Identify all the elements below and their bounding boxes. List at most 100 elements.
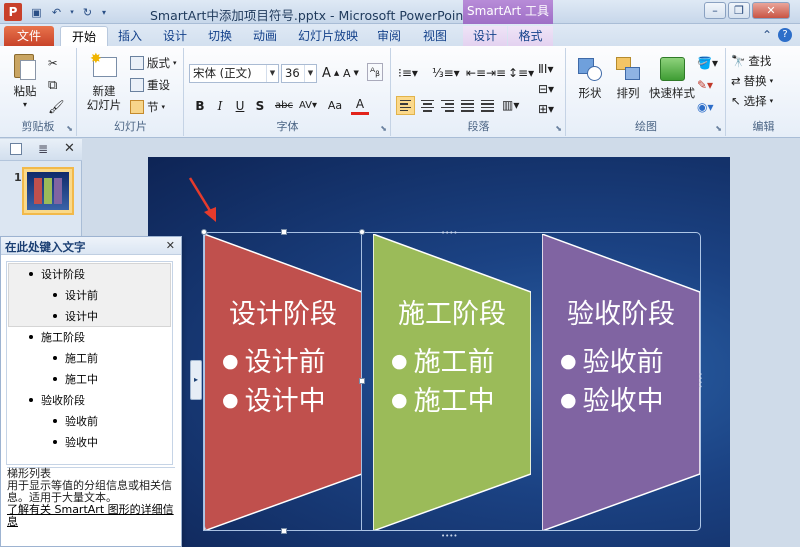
repeat-icon[interactable]: ↻ (79, 4, 96, 21)
list-item[interactable]: 验收中 (53, 434, 98, 450)
dialog-launcher-icon[interactable]: ⬊ (555, 124, 562, 133)
shape-effects-icon[interactable]: ◉▾ (697, 98, 714, 116)
new-slide-button[interactable]: ✸ 新建 幻灯片 (82, 52, 126, 112)
resize-handle[interactable] (201, 229, 207, 235)
tab-home[interactable]: 开始 (60, 26, 108, 46)
frame-grip-icon[interactable]: •••• (696, 372, 704, 389)
clear-format-icon[interactable]: ᴬᵦ (367, 63, 383, 81)
copy-icon[interactable]: ⧉ (48, 76, 57, 94)
tab-smartart-format[interactable]: 格式 (508, 26, 553, 46)
strikethrough-button[interactable]: abc (273, 97, 295, 115)
chevron-down-icon[interactable]: ▼ (266, 65, 278, 82)
list-item[interactable]: 验收前 (53, 413, 98, 429)
italic-button[interactable]: I (211, 97, 229, 115)
line-spacing-icon[interactable]: ↕≡▾ (508, 64, 534, 82)
paste-button[interactable]: 粘贴 ▾ (8, 52, 42, 112)
close-icon[interactable]: ✕ (64, 141, 75, 156)
outline-tab-icon[interactable]: ≣ (38, 142, 48, 156)
group-clipboard: 粘贴 ▾ ✂ ⧉ 🖌 剪贴板 ⬊ (0, 48, 77, 136)
list-item[interactable]: 施工中 (53, 371, 98, 387)
list-item[interactable]: 设计中 (53, 308, 98, 324)
shape-outline-icon[interactable]: ✎▾ (697, 76, 713, 94)
align-text-icon[interactable]: ⊟▾ (538, 80, 554, 98)
section-button[interactable]: 节 ▾ (130, 98, 165, 116)
shape-fill-icon[interactable]: 🪣▾ (697, 54, 718, 72)
align-right-icon[interactable] (438, 96, 457, 115)
increase-indent-icon[interactable]: ⇥≡ (486, 64, 506, 82)
font-name-combo[interactable]: 宋体 (正文) ▼ (189, 64, 279, 83)
dialog-launcher-icon[interactable]: ⬊ (66, 124, 73, 133)
align-center-icon[interactable] (418, 96, 437, 115)
close-icon[interactable]: ✕ (166, 239, 175, 252)
select-button[interactable]: ↖ 选择 ▾ (731, 92, 773, 110)
format-painter-icon[interactable]: 🖌 (48, 98, 65, 116)
underline-button[interactable]: U (231, 97, 249, 115)
undo-dropdown-icon[interactable]: ▾ (68, 4, 76, 21)
tab-view[interactable]: 视图 (418, 26, 452, 46)
font-size-combo[interactable]: 36 ▼ (281, 64, 317, 83)
minimize-icon[interactable]: – (704, 2, 726, 19)
bullets-icon[interactable]: ⁝≡▾ (398, 64, 418, 82)
text-pane-list[interactable]: 设计阶段 设计前 设计中 施工阶段 施工前 施工中 验收阶段 验收前 验收中 (6, 261, 173, 465)
font-color-button[interactable]: A (351, 97, 369, 115)
resize-handle[interactable] (281, 528, 287, 534)
tab-transitions[interactable]: 切换 (203, 26, 237, 46)
cut-icon[interactable]: ✂ (48, 54, 58, 72)
shapes-button[interactable]: 形状 (571, 54, 609, 100)
paste-dropdown-icon[interactable]: ▾ (23, 98, 27, 112)
reset-button[interactable]: 重设 (130, 76, 170, 94)
restore-icon[interactable]: ❐ (728, 2, 750, 19)
list-item[interactable]: 验收阶段 (29, 392, 85, 408)
distributed-icon[interactable] (478, 96, 497, 115)
tab-insert[interactable]: 插入 (113, 26, 147, 46)
align-left-icon[interactable] (396, 96, 415, 115)
customize-qat-icon[interactable]: ▾ (99, 4, 109, 21)
list-item[interactable]: 施工前 (53, 350, 98, 366)
character-spacing-icon[interactable]: AV▾ (297, 97, 319, 115)
slides-tab-icon[interactable] (10, 143, 22, 155)
frame-grip-icon[interactable]: •••• (441, 229, 458, 237)
undo-icon[interactable]: ↶ (48, 4, 65, 21)
powerpoint-logo-icon[interactable]: P (4, 3, 22, 21)
convert-to-smartart-icon[interactable]: ⊞▾ (538, 100, 554, 118)
text-direction-icon[interactable]: ⅡⅠ▾ (538, 60, 553, 78)
layout-button[interactable]: 版式 ▾ (130, 54, 177, 72)
resize-handle[interactable] (281, 229, 287, 235)
find-button[interactable]: 🔭 查找 (731, 52, 771, 70)
frame-grip-icon[interactable]: •••• (441, 532, 458, 540)
justify-icon[interactable] (458, 96, 477, 115)
text-shadow-button[interactable]: S (251, 97, 269, 115)
list-item[interactable]: 设计阶段 (29, 266, 85, 282)
grow-font-icon[interactable]: A ▲ (322, 64, 339, 82)
tab-file[interactable]: 文件 (4, 26, 54, 46)
text-pane-toggle[interactable]: ▸ (190, 360, 202, 400)
change-case-button[interactable]: Aa (323, 97, 347, 115)
bold-button[interactable]: B (191, 97, 209, 115)
dialog-launcher-icon[interactable]: ⬊ (715, 124, 722, 133)
save-icon[interactable]: ▣ (28, 4, 45, 21)
chevron-down-icon[interactable]: ▼ (304, 65, 316, 82)
dialog-launcher-icon[interactable]: ⬊ (380, 124, 387, 133)
resize-handle[interactable] (359, 378, 365, 384)
help-icon[interactable]: ? (778, 28, 792, 42)
list-item[interactable]: 施工阶段 (29, 329, 85, 345)
resize-handle[interactable] (359, 229, 365, 235)
quick-styles-button[interactable]: 快速样式 (647, 54, 697, 100)
tab-review[interactable]: 审阅 (372, 26, 406, 46)
learn-more-link[interactable]: 了解有关 SmartArt 图形的详细信息 (7, 503, 174, 528)
list-item[interactable]: 设计前 (53, 287, 98, 303)
shrink-font-icon[interactable]: A ▼ (343, 64, 359, 82)
slide-thumbnail[interactable] (22, 167, 74, 215)
minimize-ribbon-icon[interactable]: ⌃ (762, 28, 772, 42)
replace-button[interactable]: ⇄ 替换 ▾ (731, 72, 773, 90)
tab-slideshow[interactable]: 幻灯片放映 (295, 26, 361, 46)
tab-design[interactable]: 设计 (158, 26, 192, 46)
close-icon[interactable]: ✕ (752, 2, 790, 19)
arrange-button[interactable]: 排列 (609, 54, 647, 100)
decrease-indent-icon[interactable]: ⇤≡ (466, 64, 486, 82)
tab-smartart-design[interactable]: 设计 (463, 26, 507, 46)
numbering-icon[interactable]: ⅓≡▾ (432, 64, 460, 82)
layout-icon (130, 56, 144, 70)
columns-icon[interactable]: ▥▾ (502, 96, 519, 114)
tab-animations[interactable]: 动画 (248, 26, 282, 46)
